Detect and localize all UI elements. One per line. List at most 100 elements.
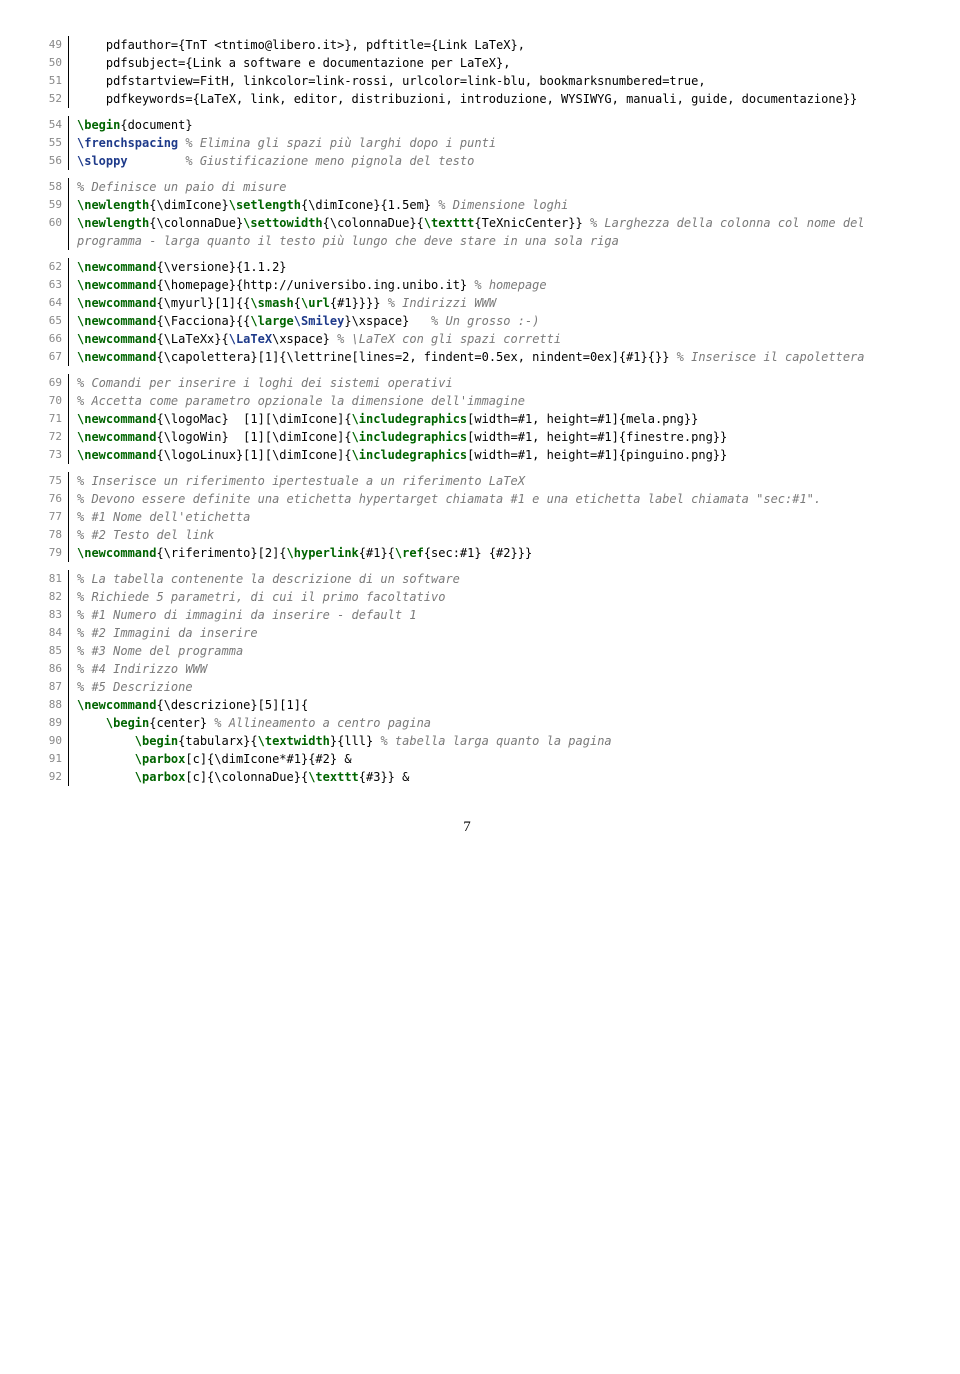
code-content: % #4 Indirizzo WWW (68, 660, 900, 678)
code-line: 60 \newlength{\colonnaDue}\settowidth{\co… (34, 214, 900, 250)
code-content: \parbox[c]{\colonnaDue}{\texttt{#3}} & (68, 768, 900, 786)
code-line: 76 % Devono essere definite una etichetta… (34, 490, 900, 508)
code-line: 82 % Richiede 5 parametri, di cui il prim… (34, 588, 900, 606)
line-number: 77 (34, 508, 62, 526)
code-line: 58 % Definisce un paio di misure (34, 178, 900, 196)
line-number: 49 (34, 36, 62, 54)
code-content: % #2 Immagini da inserire (68, 624, 900, 642)
code-line: 64 \newcommand{\myurl}[1]{{\smash{\url{#1… (34, 294, 900, 312)
line-number: 58 (34, 178, 62, 196)
line-number: 64 (34, 294, 62, 312)
code-content: pdfstartview=FitH, linkcolor=link-rossi,… (68, 72, 900, 90)
line-number: 55 (34, 134, 62, 152)
code-content: % Inserisce un riferimento ipertestuale … (68, 472, 900, 490)
line-number: 76 (34, 490, 62, 508)
code-line: 78 % #2 Testo del link (34, 526, 900, 544)
line-number: 60 (34, 214, 62, 232)
code-content: % Devono essere definite una etichetta h… (68, 490, 900, 508)
line-number: 83 (34, 606, 62, 624)
code-line: 66 \newcommand{\LaTeXx}{\LaTeX\xspace} % … (34, 330, 900, 348)
code-content: pdfauthor={TnT <tntimo@libero.it>}, pdft… (68, 36, 900, 54)
code-line: 65\newcommand{\Facciona}{{\large\Smiley}… (34, 312, 900, 330)
code-content: \newcommand{\homepage}{http://universibo… (68, 276, 900, 294)
code-content: \begin{tabularx}{\textwidth}{lll} % tabe… (68, 732, 900, 750)
code-content: \frenchspacing % Elimina gli spazi più l… (68, 134, 900, 152)
line-number: 79 (34, 544, 62, 562)
code-line: 81 % La tabella contenente la descrizione… (34, 570, 900, 588)
code-content: \parbox[c]{\dimIcone*#1}{#2} & (68, 750, 900, 768)
line-number: 51 (34, 72, 62, 90)
code-line: 77 % #1 Nome dell'etichetta (34, 508, 900, 526)
code-content: % #5 Descrizione (68, 678, 900, 696)
line-number: 88 (34, 696, 62, 714)
code-line: 63 \newcommand{\homepage}{http://universi… (34, 276, 900, 294)
code-content: \newcommand{\LaTeXx}{\LaTeX\xspace} % \L… (68, 330, 900, 348)
code-content: % Richiede 5 parametri, di cui il primo … (68, 588, 900, 606)
code-line: 87 % #5 Descrizione (34, 678, 900, 696)
line-number: 73 (34, 446, 62, 464)
line-number: 90 (34, 732, 62, 750)
code-content: % #1 Nome dell'etichetta (68, 508, 900, 526)
code-line: 72 \newcommand{\logoWin} [1][\dimIcone]{\… (34, 428, 900, 446)
line-number: 81 (34, 570, 62, 588)
line-number: 52 (34, 90, 62, 108)
code-line: 73 \newcommand{\logoLinux}[1][\dimIcone]{… (34, 446, 900, 464)
line-number: 62 (34, 258, 62, 276)
code-line: 83 % #1 Numero di immagini da inserire - … (34, 606, 900, 624)
code-content: pdfsubject={Link a software e documentaz… (68, 54, 900, 72)
line-number: 75 (34, 472, 62, 490)
line-number: 84 (34, 624, 62, 642)
code-content: pdfkeywords={LaTeX, link, editor, distri… (68, 90, 900, 108)
code-line: 85 % #3 Nome del programma (34, 642, 900, 660)
line-number: 78 (34, 526, 62, 544)
code-content: \newlength{\colonnaDue}\settowidth{\colo… (68, 214, 900, 250)
line-number: 92 (34, 768, 62, 786)
line-number: 63 (34, 276, 62, 294)
code-line: 51 pdfstartview=FitH, linkcolor=link-ros… (34, 72, 900, 90)
code-line: 89 \begin{center} % Allineamento a centr… (34, 714, 900, 732)
code-content: % La tabella contenente la descrizione d… (68, 570, 900, 588)
code-content: % #2 Testo del link (68, 526, 900, 544)
code-content: \begin{document} (68, 116, 900, 134)
line-number: 91 (34, 750, 62, 768)
code-content: \newcommand{\logoMac} [1][\dimIcone]{\in… (68, 410, 900, 428)
code-content: % #3 Nome del programma (68, 642, 900, 660)
code-line: 90 \begin{tabularx}{\textwidth}{lll} % t… (34, 732, 900, 750)
line-number: 87 (34, 678, 62, 696)
line-number: 82 (34, 588, 62, 606)
line-number: 72 (34, 428, 62, 446)
code-line: 69% Comandi per inserire i loghi dei sis… (34, 374, 900, 392)
code-content: \newcommand{\Facciona}{{\large\Smiley}\x… (68, 312, 900, 330)
code-line: 67\newcommand{\capolettera}[1]{\lettrine… (34, 348, 900, 366)
code-content: \newcommand{\logoWin} [1][\dimIcone]{\in… (68, 428, 900, 446)
code-content: \newcommand{\capolettera}[1]{\lettrine[l… (68, 348, 900, 366)
code-content: \newcommand{\myurl}[1]{{\smash{\url{#1}}… (68, 294, 900, 312)
code-listing: 49 pdfauthor={TnT <tntimo@libero.it>}, p… (34, 36, 900, 786)
document-page: 49 pdfauthor={TnT <tntimo@libero.it>}, p… (0, 0, 960, 869)
line-number: 69 (34, 374, 62, 392)
code-line: 54 \begin{document} (34, 116, 900, 134)
code-content: \sloppy % Giustificazione meno pignola d… (68, 152, 900, 170)
line-number: 71 (34, 410, 62, 428)
line-number: 50 (34, 54, 62, 72)
code-content: % #1 Numero di immagini da inserire - de… (68, 606, 900, 624)
code-content: % Definisce un paio di misure (68, 178, 900, 196)
code-line: 50 pdfsubject={Link a software e documen… (34, 54, 900, 72)
code-line: 59\newlength{\dimIcone}\setlength{\dimIc… (34, 196, 900, 214)
code-line: 49 pdfauthor={TnT <tntimo@libero.it>}, p… (34, 36, 900, 54)
code-line: 52 pdfkeywords={LaTeX, link, editor, dis… (34, 90, 900, 108)
code-content: \newcommand{\logoLinux}[1][\dimIcone]{\i… (68, 446, 900, 464)
code-content: % Accetta come parametro opzionale la di… (68, 392, 900, 410)
code-content: \newcommand{\riferimento}[2]{\hyperlink{… (68, 544, 900, 562)
code-content: \begin{center} % Allineamento a centro p… (68, 714, 900, 732)
code-line: 79 \newcommand{\riferimento}[2]{\hyperlin… (34, 544, 900, 562)
code-content: \newcommand{\versione}{1.1.2} (68, 258, 900, 276)
code-line: 56\sloppy % Giustificazione meno pignola… (34, 152, 900, 170)
line-number: 85 (34, 642, 62, 660)
line-number: 66 (34, 330, 62, 348)
line-number: 54 (34, 116, 62, 134)
code-content: \newlength{\dimIcone}\setlength{\dimIcon… (68, 196, 900, 214)
line-number: 70 (34, 392, 62, 410)
code-line: 86% #4 Indirizzo WWW (34, 660, 900, 678)
code-line: 62 \newcommand{\versione}{1.1.2} (34, 258, 900, 276)
